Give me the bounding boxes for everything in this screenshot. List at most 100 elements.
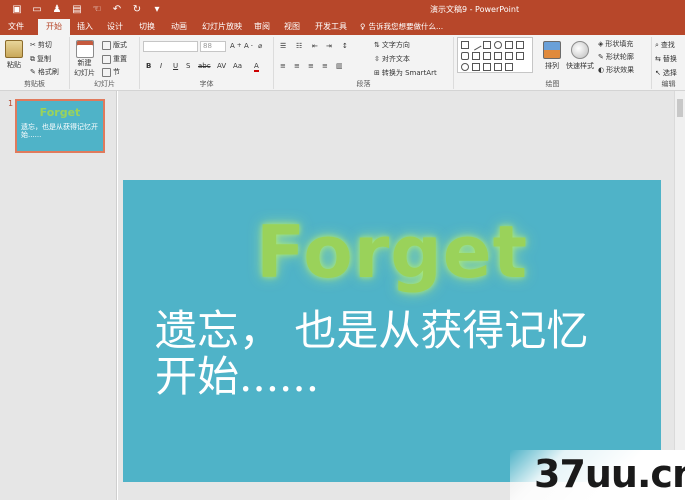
increase-indent-icon[interactable]: ⇥ (326, 42, 332, 50)
shapes-gallery[interactable] (457, 37, 533, 73)
arrange-button[interactable]: 排列 (543, 41, 561, 71)
replace-button[interactable]: ⇆ 替换 (655, 54, 677, 64)
grow-font-button[interactable]: A + (230, 42, 242, 50)
window-title: 演示文稿9 - PowerPoint (430, 5, 520, 14)
oval-shape-icon[interactable] (494, 41, 502, 49)
tell-me-box[interactable]: ♀ 告诉我您想要做什么... (360, 19, 443, 35)
tab-slideshow[interactable]: 幻灯片放映 (198, 19, 246, 35)
align-left-icon[interactable]: ≡ (280, 62, 286, 70)
current-slide[interactable]: Forget 遗忘， 也是从获得记忆 开始...... (123, 180, 661, 482)
strikethrough-button[interactable]: abc (198, 62, 211, 70)
brace-shape-icon[interactable] (494, 52, 502, 60)
copy-button[interactable]: ⧉ 复制 (30, 54, 51, 64)
decrease-indent-icon[interactable]: ⇤ (312, 42, 318, 50)
font-size-dropdown[interactable]: 88 (200, 41, 226, 52)
font-color-button[interactable]: A (254, 62, 259, 72)
select-button[interactable]: ↖ 选择 (655, 68, 677, 78)
slides-label: 幻灯片 (94, 80, 115, 88)
shape-outline-button[interactable]: ✎ 形状轮廓 (598, 52, 634, 62)
tab-insert[interactable]: 插入 (72, 19, 98, 35)
paste-button[interactable]: 粘贴 (5, 40, 23, 70)
change-case-button[interactable]: Aa (233, 62, 242, 70)
italic-button[interactable]: I (160, 62, 162, 70)
pen-icon: ✎ (598, 53, 604, 61)
tab-review[interactable]: 审阅 (250, 19, 274, 35)
customize-qat-icon[interactable]: ▾ (148, 3, 166, 16)
circle-shape-icon[interactable] (461, 63, 469, 71)
lightbulb-icon: ♀ (360, 22, 366, 31)
presenter-icon[interactable]: ♟ (48, 3, 66, 16)
textbox-shape-icon[interactable] (461, 41, 469, 49)
font-group: 88 A + A- ⌀ B I U S abc AV Aa A 字体 (140, 37, 274, 89)
tab-design[interactable]: 设计 (102, 19, 128, 35)
scissors-icon: ✂ (30, 41, 36, 49)
bracket-shape-icon[interactable] (494, 63, 502, 71)
vertical-scrollbar[interactable] (674, 91, 685, 500)
tab-view[interactable]: 视图 (280, 19, 304, 35)
undo-icon[interactable]: ↶ (108, 3, 126, 16)
font-name-dropdown[interactable] (143, 41, 198, 52)
search-icon: ⌕ (655, 40, 659, 49)
save-icon[interactable]: ▣ (8, 3, 26, 16)
tab-home[interactable]: 开始 (38, 19, 70, 35)
reset-button[interactable]: 重置 (102, 54, 127, 64)
clear-format-icon[interactable]: ⌀ (258, 42, 262, 50)
triangle-shape-icon[interactable] (505, 41, 513, 49)
brush-icon: ✎ (30, 68, 36, 76)
roundrect-shape-icon[interactable] (461, 52, 469, 60)
bullets-icon[interactable]: ☰ (280, 42, 286, 50)
elbow-shape-icon[interactable] (472, 52, 480, 60)
shadow-button[interactable]: S (186, 62, 190, 70)
line-spacing-icon[interactable]: ↕ (342, 42, 348, 50)
shape-effects-button[interactable]: ◐ 形状效果 (598, 65, 634, 75)
bold-button[interactable]: B (146, 62, 151, 70)
scrollbar-thumb[interactable] (677, 99, 683, 117)
star-shape-icon[interactable] (483, 52, 491, 60)
rect-shape-icon[interactable] (483, 41, 491, 49)
slides-group: 新建 幻灯片 版式 重置 节 幻灯片 (70, 37, 140, 89)
char-spacing-button[interactable]: AV (217, 62, 226, 70)
slide-body[interactable]: 遗忘， 也是从获得记忆 开始...... (155, 308, 655, 400)
tab-animations[interactable]: 动画 (166, 19, 192, 35)
slide-thumbnail-1[interactable]: Forget 遗忘，也是从获得记忆开始...... (15, 99, 105, 153)
text-direction-button[interactable]: ⇅ 文字方向 (374, 40, 410, 50)
print-preview-icon[interactable]: ▤ (68, 3, 86, 16)
align-text-button[interactable]: ⇳ 对齐文本 (374, 54, 410, 64)
section-button[interactable]: 节 (102, 67, 120, 77)
slide-title[interactable]: Forget (123, 210, 661, 294)
new-slide-button[interactable]: 新建 幻灯片 (74, 40, 95, 78)
layout-button[interactable]: 版式 (102, 40, 127, 50)
slide-body-line-2: 开始...... (155, 352, 320, 401)
curve-shape-icon[interactable] (472, 63, 480, 71)
touch-mode-icon[interactable]: ☜ (88, 3, 106, 16)
numbering-icon[interactable]: ☷ (296, 42, 302, 50)
redo-icon[interactable]: ↻ (128, 3, 146, 16)
more-shapes-icon[interactable] (505, 63, 513, 71)
block-arrow-shape-icon[interactable] (516, 52, 524, 60)
align-center-icon[interactable]: ≡ (294, 62, 300, 70)
thumbnail-body: 遗忘，也是从获得记忆开始...... (21, 123, 98, 139)
tab-developer[interactable]: 开发工具 (312, 19, 350, 35)
tab-transitions[interactable]: 切换 (134, 19, 160, 35)
shrink-font-button[interactable]: A- (244, 42, 253, 50)
arrow-shape-icon[interactable] (516, 41, 524, 49)
cut-button[interactable]: ✂ 剪切 (30, 40, 52, 50)
smartart-button[interactable]: ⊞ 转换为 SmartArt (374, 68, 437, 78)
drawing-label: 绘图 (545, 80, 560, 88)
star2-shape-icon[interactable] (505, 52, 513, 60)
find-button[interactable]: ⌕ 查找 (655, 40, 675, 50)
quick-styles-button[interactable]: 快速样式 (566, 41, 594, 71)
freeform-shape-icon[interactable] (483, 63, 491, 71)
open-icon[interactable]: ▭ (28, 3, 46, 16)
justify-icon[interactable]: ≡ (322, 62, 328, 70)
ribbon-tabs: 文件 开始 插入 设计 切换 动画 幻灯片放映 审阅 视图 开发工具 ♀ 告诉我… (0, 19, 685, 35)
tab-file[interactable]: 文件 (0, 19, 32, 35)
slide-number: 1 (8, 99, 14, 108)
new-slide-icon (75, 40, 94, 58)
format-painter-button[interactable]: ✎ 格式刷 (30, 67, 59, 77)
underline-button[interactable]: U (173, 62, 178, 70)
align-right-icon[interactable]: ≡ (308, 62, 314, 70)
line-shape-icon[interactable] (470, 39, 482, 51)
shape-fill-button[interactable]: ◈ 形状填充 (598, 39, 633, 49)
columns-icon[interactable]: ▥ (336, 62, 343, 70)
